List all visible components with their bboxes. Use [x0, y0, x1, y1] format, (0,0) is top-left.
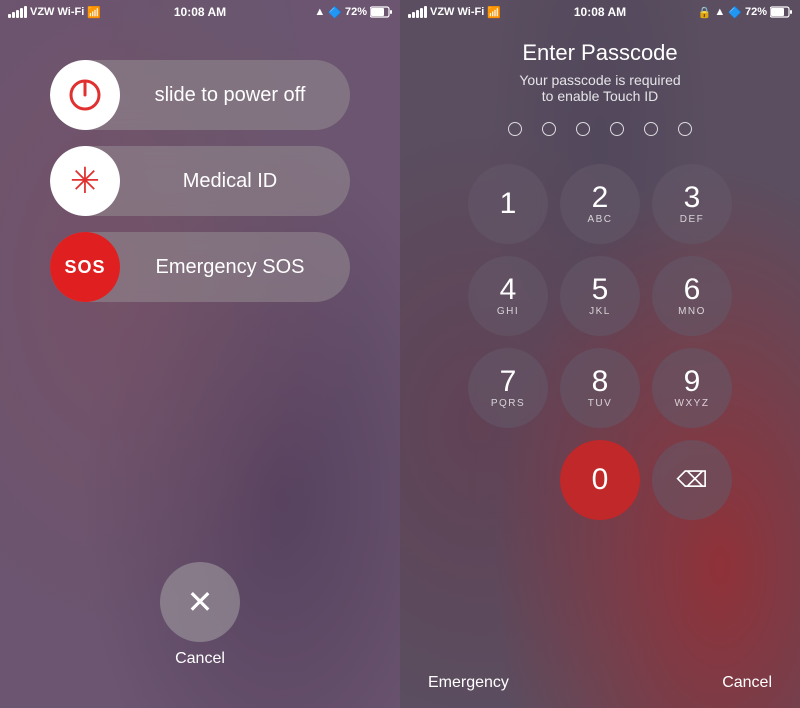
left-battery-icon [370, 6, 392, 18]
r-signal-bar-1 [408, 14, 411, 18]
passcode-subtitle-line2: to enable Touch ID [519, 88, 680, 104]
numpad-4-sub: GHI [497, 306, 519, 317]
numpad-2-main: 2 [592, 183, 609, 213]
medical-id-button[interactable]: ✳ Medical ID [50, 146, 350, 216]
passcode-subtitle-line1: Your passcode is required [519, 72, 680, 88]
signal-bar-2 [12, 12, 15, 18]
right-wifi-icon: 📶 [487, 6, 501, 19]
right-time: 10:08 AM [574, 5, 626, 19]
numpad-delete[interactable]: ⌫ [652, 440, 732, 520]
dot-6 [678, 122, 692, 136]
dot-3 [576, 122, 590, 136]
power-icon [67, 77, 103, 113]
numpad-5-main: 5 [592, 275, 609, 305]
left-battery-text: 72% [345, 6, 367, 18]
passcode-subtitle: Your passcode is required to enable Touc… [519, 72, 680, 104]
right-carrier: VZW Wi-Fi [430, 6, 484, 18]
numpad-1[interactable]: 1 [468, 164, 548, 244]
cancel-section: ✕ Cancel [160, 562, 240, 668]
left-status-right: ▲ 🔷 72% [314, 6, 392, 19]
right-signal-bars-icon [408, 6, 427, 18]
left-buttons-container: slide to power off ✳ Medical ID SOS Emer… [0, 24, 400, 302]
medical-asterisk-icon: ✳ [70, 163, 100, 199]
right-cancel-button[interactable]: Cancel [722, 674, 772, 692]
right-bluetooth-icon: 🔷 [728, 6, 742, 19]
signal-bar-3 [16, 10, 19, 18]
left-location-icon: ▲ [314, 6, 325, 18]
numpad-8-main: 8 [592, 367, 609, 397]
passcode-dots [508, 122, 692, 136]
right-bottom-bar: Emergency Cancel [400, 658, 800, 708]
medical-icon-wrap: ✳ [50, 146, 120, 216]
left-carrier: VZW Wi-Fi [30, 6, 84, 18]
left-status-left: VZW Wi-Fi 📶 [8, 6, 101, 19]
signal-bar-1 [8, 14, 11, 18]
numpad-0-main: 0 [592, 465, 609, 495]
numpad-6-sub: MNO [678, 306, 706, 317]
dot-2 [542, 122, 556, 136]
dot-5 [644, 122, 658, 136]
emergency-button[interactable]: Emergency [428, 674, 509, 692]
right-battery-icon [770, 6, 792, 18]
numpad-8-sub: TUV [588, 398, 613, 409]
numpad-6[interactable]: 6 MNO [652, 256, 732, 336]
left-time: 10:08 AM [174, 5, 226, 19]
numpad-3[interactable]: 3 DEF [652, 164, 732, 244]
signal-bars-icon [8, 6, 27, 18]
signal-bar-4 [20, 8, 23, 18]
r-signal-bar-5 [424, 6, 427, 18]
numpad-7-main: 7 [500, 367, 517, 397]
numpad-9-sub: WXYZ [675, 398, 710, 409]
numpad-2[interactable]: 2 ABC [560, 164, 640, 244]
sos-icon-wrap: SOS [50, 232, 120, 302]
right-location-icon: ▲ [714, 6, 725, 18]
numpad-5[interactable]: 5 JKL [560, 256, 640, 336]
cancel-x-icon: ✕ [187, 586, 214, 618]
numpad-9[interactable]: 9 WXYZ [652, 348, 732, 428]
power-icon-wrap [50, 60, 120, 130]
numpad-delete-icon: ⌫ [676, 469, 707, 491]
numpad-2-sub: ABC [587, 214, 612, 225]
numpad-5-sub: JKL [589, 306, 611, 317]
left-panel: VZW Wi-Fi 📶 10:08 AM ▲ 🔷 72% slid [0, 0, 400, 708]
r-signal-bar-4 [420, 8, 423, 18]
passcode-content: Enter Passcode Your passcode is required… [400, 24, 800, 520]
numpad-3-main: 3 [684, 183, 701, 213]
right-panel: VZW Wi-Fi 📶 10:08 AM 🔒 ▲ 🔷 72% Enter Pas… [400, 0, 800, 708]
numpad-7[interactable]: 7 PQRS [468, 348, 548, 428]
right-status-bar: VZW Wi-Fi 📶 10:08 AM 🔒 ▲ 🔷 72% [400, 0, 800, 24]
enter-passcode-title: Enter Passcode [522, 40, 677, 66]
left-status-bar: VZW Wi-Fi 📶 10:08 AM ▲ 🔷 72% [0, 0, 400, 24]
dot-4 [610, 122, 624, 136]
left-bluetooth-icon: 🔷 [328, 6, 342, 19]
numpad-9-main: 9 [684, 367, 701, 397]
numpad-7-sub: PQRS [491, 398, 525, 409]
signal-bar-5 [24, 6, 27, 18]
numpad-empty [468, 440, 548, 520]
r-signal-bar-3 [416, 10, 419, 18]
emergency-sos-button[interactable]: SOS Emergency SOS [50, 232, 350, 302]
cancel-label: Cancel [175, 650, 225, 668]
numpad-3-sub: DEF [680, 214, 705, 225]
numpad-4-main: 4 [500, 275, 517, 305]
numpad: 1 2 ABC 3 DEF 4 GHI 5 JKL 6 MNO [468, 164, 732, 520]
sos-label: Emergency SOS [120, 256, 350, 279]
cancel-button[interactable]: ✕ [160, 562, 240, 642]
numpad-1-main: 1 [500, 189, 517, 219]
dot-1 [508, 122, 522, 136]
numpad-6-main: 6 [684, 275, 701, 305]
slide-label: slide to power off [120, 84, 350, 107]
right-status-right: 🔒 ▲ 🔷 72% [698, 6, 792, 19]
numpad-8[interactable]: 8 TUV [560, 348, 640, 428]
numpad-0[interactable]: 0 [560, 440, 640, 520]
right-lock-icon: 🔒 [698, 6, 712, 19]
right-battery-text: 72% [745, 6, 767, 18]
left-wifi-icon: 📶 [87, 6, 101, 19]
slide-to-power-off-button[interactable]: slide to power off [50, 60, 350, 130]
r-signal-bar-2 [412, 12, 415, 18]
sos-icon-text: SOS [64, 257, 105, 278]
medical-label: Medical ID [120, 170, 350, 193]
numpad-4[interactable]: 4 GHI [468, 256, 548, 336]
right-status-left: VZW Wi-Fi 📶 [408, 6, 501, 19]
